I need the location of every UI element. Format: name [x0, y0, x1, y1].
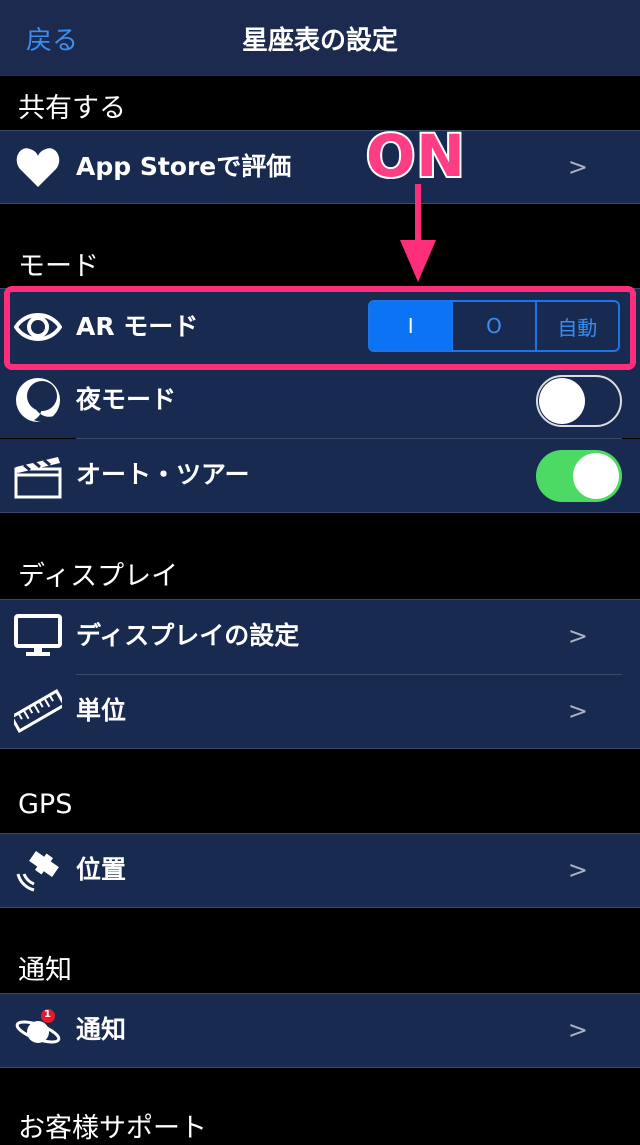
- display-group: ディスプレイの設定 > 単位 >: [0, 599, 640, 749]
- chevron-right-icon: >: [567, 1016, 588, 1044]
- section-mode: モード: [18, 251, 99, 282]
- row-label: 通知: [76, 1015, 127, 1044]
- satellite-icon: [16, 851, 59, 892]
- planet-badge-icon: [15, 1009, 61, 1044]
- segment-outdoor[interactable]: O: [451, 302, 534, 350]
- segment-indoor[interactable]: I: [370, 302, 452, 350]
- badge-count: 1: [44, 1009, 51, 1020]
- page-title: 星座表の設定: [241, 26, 398, 56]
- chevron-right-icon: >: [567, 697, 588, 725]
- ar-mode-segmented-control: I O 自動: [368, 300, 620, 352]
- night-mode-toggle[interactable]: [536, 375, 622, 427]
- heart-icon: [16, 148, 60, 187]
- section-notify: 通知: [18, 955, 72, 986]
- segment-auto[interactable]: 自動: [534, 302, 618, 350]
- row-night-mode: 夜モード: [0, 364, 640, 438]
- row-label: AR モード: [76, 312, 199, 341]
- toggle-knob: [539, 378, 585, 424]
- auto-tour-toggle[interactable]: [536, 450, 622, 502]
- row-notifications[interactable]: 1 通知 >: [0, 993, 640, 1068]
- chevron-right-icon: >: [567, 622, 588, 650]
- moon-icon: [16, 378, 60, 422]
- section-support: お客様サポート: [18, 1113, 207, 1144]
- row-label: App Storeで評価: [76, 152, 292, 181]
- ruler-icon: [14, 689, 62, 733]
- row-location[interactable]: 位置 >: [0, 833, 640, 908]
- row-label: 単位: [76, 696, 127, 725]
- row-label: 位置: [76, 855, 127, 884]
- annotation-on-label: ON: [364, 120, 467, 192]
- row-label: オート・ツアー: [76, 460, 250, 489]
- chevron-right-icon: >: [567, 153, 588, 181]
- arrow-down-icon: [400, 184, 436, 282]
- row-label: ディスプレイの設定: [76, 621, 300, 650]
- clapperboard-icon: [14, 457, 62, 499]
- row-display-settings[interactable]: ディスプレイの設定 >: [0, 600, 640, 674]
- row-units[interactable]: 単位 >: [0, 675, 640, 749]
- section-gps: GPS: [18, 789, 73, 820]
- nav-bar: 戻る 星座表の設定: [0, 0, 640, 76]
- monitor-icon: [14, 614, 62, 656]
- section-share: 共有する: [18, 93, 126, 124]
- row-label: 夜モード: [76, 385, 177, 414]
- section-display: ディスプレイ: [18, 561, 179, 592]
- row-auto-tour: オート・ツアー: [0, 439, 640, 513]
- chevron-right-icon: >: [567, 856, 588, 884]
- eye-icon: [14, 313, 62, 341]
- row-appstore-rate[interactable]: App Storeで評価 >: [0, 130, 640, 204]
- toggle-knob: [573, 453, 619, 499]
- row-ar-mode: AR モード I O 自動: [0, 289, 640, 365]
